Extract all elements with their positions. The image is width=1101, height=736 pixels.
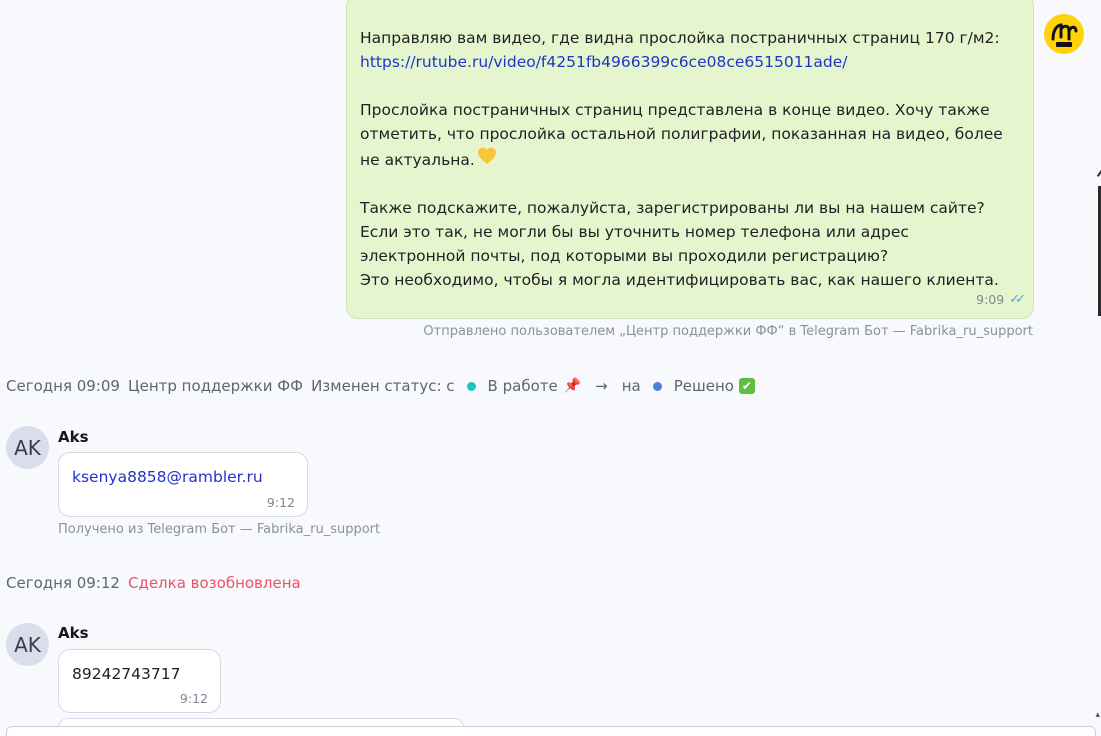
message-meta: 9:09 ✓✓ [976,288,1026,312]
message-composer[interactable] [6,726,1096,736]
message-paragraph: Также подскажите, пожалуйста, зарегистри… [360,199,999,289]
email-link[interactable]: ksenya8858@rambler.ru [72,468,263,486]
status-change-event: Сегодня 09:09 Центр поддержки ФФ Изменен… [6,377,755,395]
incoming-message-bubble: ksenya8858@rambler.ru 9:12 [58,452,308,517]
received-via-label: Получено из Telegram Бот — Fabrika_ru_su… [58,522,381,537]
incoming-message-bubble: 89242743717 9:12 [58,649,221,713]
message-time: 9:12 [179,691,208,706]
event-timestamp: Сегодня 09:12 [6,574,120,592]
video-link[interactable]: https://rutube.ru/video/f4251fb4966399c6… [360,53,848,71]
deal-reopened-event: Сегодня 09:12 Сделка возобновлена [6,574,301,592]
yellow-heart-icon [477,147,496,164]
sender-name: Aks [58,624,89,642]
scroll-down-icon[interactable]: ▴ [1095,710,1100,720]
pushpin-icon: 📌 [563,378,582,394]
message-paragraph: Прослойка постраничных страниц представл… [360,101,1003,169]
message-time: 9:09 [976,292,1005,307]
sent-via-label: Отправлено пользователем „Центр поддержк… [423,324,1033,339]
support-logo-icon [1051,23,1078,47]
bot-avatar[interactable] [1044,14,1084,54]
event-author: Центр поддержки ФФ [127,377,304,395]
status-dot [652,381,662,391]
message-text: 89242743717 [72,665,181,683]
status-dot [466,381,476,391]
message-time: 9:12 [266,495,295,510]
event-timestamp: Сегодня 09:09 [6,377,120,395]
scrollbar-arrow-icon[interactable] [1096,169,1101,177]
message-paragraph: Направляю вам видео, где видна прослойка… [360,29,1000,71]
arrow-icon: → [595,377,608,395]
from-status: В работе [487,377,558,395]
avatar[interactable]: AK [6,623,49,666]
event-text: Сделка возобновлена [127,574,301,592]
to-word: на [621,377,641,395]
to-status: Решено [673,377,734,395]
double-check-icon: ✓✓ [1009,292,1026,307]
outgoing-message-bubble: Направляю вам видео, где видна прослойка… [346,0,1034,319]
check-mark-icon: ✔ [738,378,755,394]
sender-name: Aks [58,428,89,446]
event-action: Изменен статус: с [311,377,455,395]
avatar[interactable]: AK [6,426,49,469]
